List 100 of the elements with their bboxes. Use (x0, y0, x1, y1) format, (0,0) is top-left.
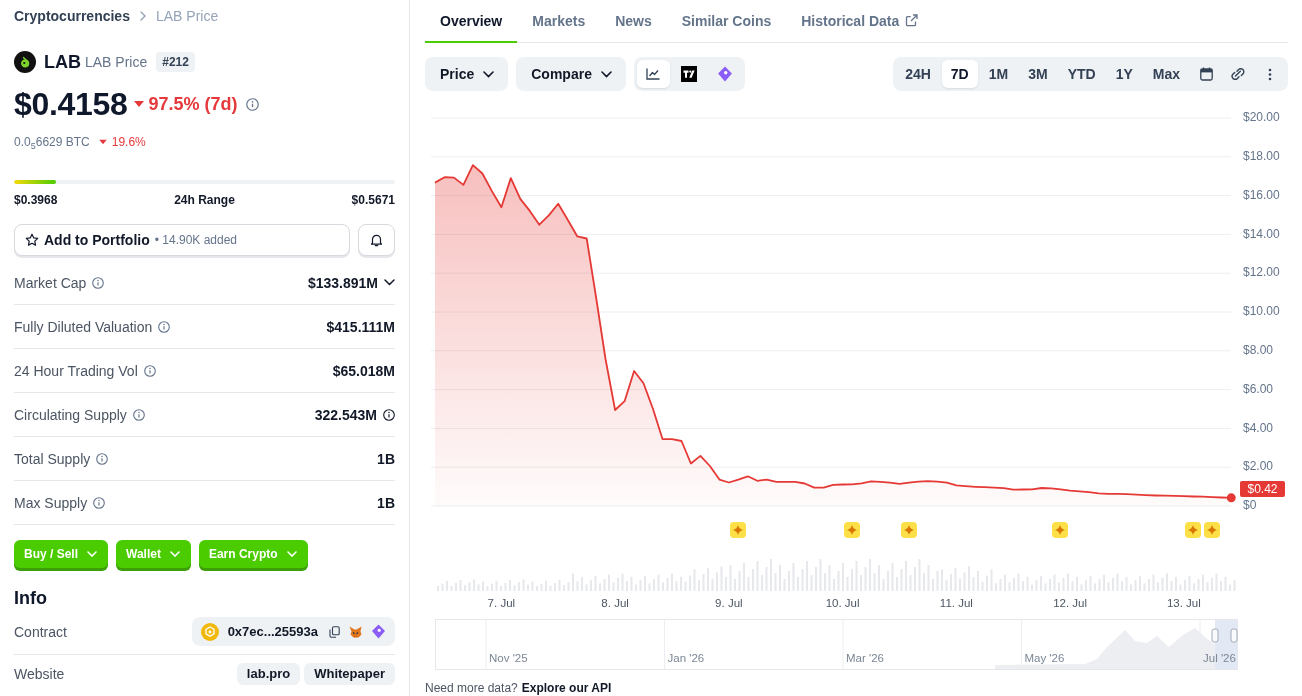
time-range-button[interactable]: 1Y (1106, 60, 1142, 88)
event-marker-icon[interactable] (730, 522, 746, 538)
y-axis-label: $14.00 (1243, 226, 1280, 241)
chevron-down-icon[interactable] (384, 279, 395, 286)
notification-button[interactable] (358, 224, 395, 256)
stat-value: $133.891M (307, 274, 378, 291)
stat-value: 322.543M (314, 406, 377, 423)
event-marker-icon[interactable] (844, 522, 860, 538)
y-axis-label: $20.00 (1243, 110, 1280, 125)
time-range-button[interactable]: 24H (896, 60, 940, 88)
chevron-down-icon (600, 70, 612, 78)
api-link[interactable]: Explore our API (521, 680, 612, 696)
price-change: 97.5% (7d) (148, 93, 238, 115)
fox-icon[interactable] (349, 625, 362, 638)
event-marker-icon[interactable] (901, 522, 917, 538)
api-prompt-text: Need more data? (425, 680, 518, 696)
diamond-logo-icon (717, 66, 734, 82)
y-axis-label: $4.00 (1243, 420, 1274, 435)
range-high: $0.5671 (351, 192, 395, 208)
y-axis-label: $0 (1243, 498, 1257, 513)
coin-logo-icon (14, 51, 36, 73)
add-to-portfolio-button[interactable]: Add to Portfolio • 14.90K added (14, 224, 350, 256)
stat-value: $415.111M (326, 318, 395, 335)
time-range-button[interactable]: 1M (979, 60, 1018, 88)
time-range-button[interactable]: 3M (1019, 60, 1057, 88)
time-range-button[interactable]: 7D (941, 60, 978, 88)
line-chart-icon (646, 68, 661, 80)
rank-badge: #212 (156, 52, 195, 72)
tab[interactable]: News (600, 0, 667, 43)
breadcrumb-link[interactable]: Cryptocurrencies (14, 8, 130, 24)
navigator-handle[interactable] (1230, 628, 1238, 643)
section-heading: Info (14, 587, 48, 609)
navigator-label: Jul '26 (1203, 652, 1236, 664)
stat-label: Max Supply (14, 494, 88, 511)
link-icon[interactable] (1230, 68, 1246, 80)
price-value: $0.4158 (14, 85, 128, 123)
bell-icon (370, 233, 383, 247)
chevron-down-icon (169, 551, 180, 557)
y-axis-label: $10.00 (1243, 304, 1280, 319)
x-axis-label: 12. Jul (1053, 597, 1088, 610)
x-axis-label: 11. Jul (939, 597, 973, 610)
tab[interactable]: Similar Coins (666, 0, 787, 43)
chart-view-toggle[interactable] (636, 60, 670, 88)
coin-name: LAB Price (85, 54, 148, 70)
x-axis-label: 10. Jul (825, 597, 860, 610)
contract-address: 0x7ec...25593a (227, 624, 318, 639)
tab[interactable]: Historical Data (786, 0, 934, 43)
dropdown-button[interactable]: Price (425, 57, 509, 91)
chevron-down-icon (483, 70, 495, 78)
btc-price: 0.0$_{5}$6629 BTC (14, 135, 90, 149)
navigator-handle[interactable] (1211, 628, 1219, 643)
y-axis-label: $12.00 (1243, 265, 1280, 280)
calendar-icon[interactable] (1199, 67, 1213, 81)
info-label: Contract (14, 623, 67, 640)
tab[interactable]: Overview (425, 0, 518, 43)
diamond-logo-icon[interactable] (371, 624, 386, 639)
last-price-marker-icon (1226, 493, 1236, 503)
x-axis-label: 8. Jul (601, 597, 629, 610)
navigator-label: Mar '26 (846, 652, 884, 664)
x-axis-label: 9. Jul (715, 597, 743, 610)
navigator-label: May '26 (1024, 652, 1065, 664)
range-low: $0.3968 (14, 192, 58, 208)
square-logo-icon (681, 66, 698, 82)
x-axis-label: 13. Jul (1166, 597, 1201, 610)
btc-change: 19.6% (111, 135, 146, 149)
stat-value: 1B (377, 494, 395, 511)
info-label: Website (14, 666, 65, 682)
stat-label: Circulating Supply (14, 406, 127, 423)
time-range-button[interactable]: YTD (1058, 60, 1105, 88)
event-marker-icon[interactable] (1052, 522, 1068, 538)
chevron-right-icon (139, 11, 146, 21)
range-label: 24h Range (174, 192, 235, 208)
star-icon (25, 233, 39, 247)
y-axis-label: $6.00 (1243, 381, 1274, 396)
time-range-button[interactable]: Max (1143, 60, 1189, 88)
info-icon[interactable] (383, 408, 395, 421)
website-link[interactable]: Whitepaper (304, 663, 395, 685)
coin-icon (200, 622, 219, 641)
navigator-label: Jan '26 (667, 652, 705, 664)
stat-label: 24 Hour Trading Vol (14, 362, 138, 379)
stat-label: Market Cap (14, 274, 87, 291)
coin-symbol: LAB (44, 51, 81, 73)
stat-value: $65.018M (332, 362, 395, 379)
current-price-tag: $0.42 (1240, 481, 1285, 497)
more-icon[interactable] (1268, 67, 1272, 81)
event-marker-icon[interactable] (1204, 522, 1220, 538)
chevron-down-icon (87, 551, 98, 557)
stat-value: 1B (377, 450, 395, 467)
y-axis-label: $8.00 (1243, 342, 1274, 357)
y-axis-label: $2.00 (1243, 459, 1274, 474)
event-marker-icon[interactable] (1185, 522, 1201, 538)
tab[interactable]: Markets (517, 0, 601, 43)
copy-icon[interactable] (329, 625, 340, 638)
chevron-down-icon (286, 551, 297, 557)
stat-label: Fully Diluted Valuation (14, 318, 153, 335)
website-link[interactable]: lab.pro (236, 663, 301, 685)
dropdown-button[interactable]: Compare (516, 57, 626, 91)
stat-label: Total Supply (14, 450, 91, 467)
x-axis-label: 7. Jul (487, 597, 516, 610)
breadcrumb-current: LAB Price (155, 8, 219, 24)
